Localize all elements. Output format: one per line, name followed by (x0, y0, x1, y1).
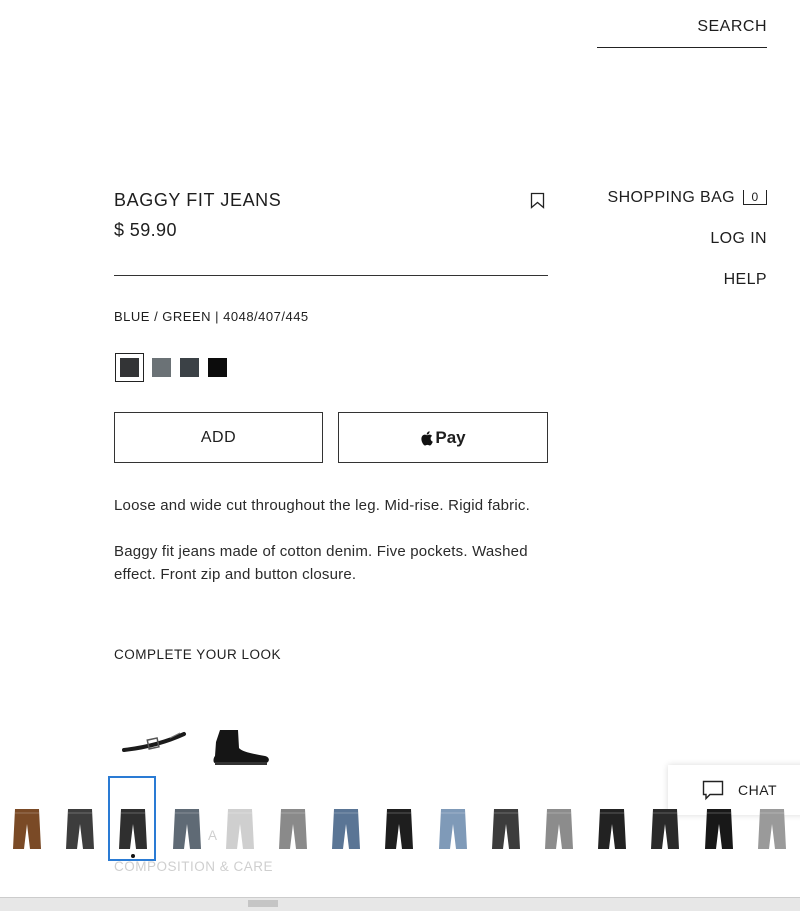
jeans-icon (385, 809, 414, 849)
jeans-icon (13, 809, 41, 849)
variant-thumbnail[interactable] (161, 800, 213, 862)
jeans-icon (491, 809, 520, 849)
add-button[interactable]: ADD (114, 412, 323, 463)
variant-thumbnail[interactable] (639, 800, 691, 862)
product-short-description: Loose and wide cut throughout the leg. M… (114, 497, 530, 514)
add-button-label: ADD (200, 428, 237, 446)
swatch-3[interactable] (208, 357, 227, 377)
boot-icon[interactable] (210, 728, 272, 768)
variant-thumbnail[interactable] (214, 800, 266, 862)
jeans-icon (704, 809, 733, 849)
swatch-0[interactable] (115, 352, 144, 382)
apple-pay-label: Pay (435, 427, 466, 447)
jeans-icon (279, 809, 307, 849)
variant-thumbnail[interactable] (107, 776, 159, 862)
product-long-description: Baggy fit jeans made of cotton denim. Fi… (114, 543, 528, 583)
shopping-bag-label: SHOPPING BAG (607, 189, 735, 206)
divider (114, 275, 548, 276)
apple-logo-icon (421, 430, 434, 445)
jeans-icon (332, 809, 361, 849)
scrollbar-thumb[interactable] (248, 900, 278, 907)
color-reference: BLUE / GREEN | 4048/407/445 (114, 309, 309, 324)
variant-thumbnail[interactable] (1, 800, 53, 862)
swatch-1[interactable] (152, 357, 171, 377)
scrollbar-track[interactable] (0, 897, 800, 911)
chat-icon (702, 780, 724, 801)
bag-count-badge: 0 (743, 190, 767, 205)
product-price: $ 59.90 (114, 220, 177, 240)
complete-look-heading: COMPLETE YOUR LOOK (114, 647, 282, 662)
bookmark-icon[interactable] (530, 192, 545, 209)
search-field[interactable]: SEARCH (597, 14, 767, 48)
product-title: BAGGY FIT JEANS (114, 190, 282, 210)
apple-pay-button[interactable]: Pay (338, 412, 548, 463)
variant-thumbnail[interactable] (746, 800, 798, 862)
jeans-icon (545, 809, 573, 849)
jeans-icon (172, 809, 201, 849)
search-label: SEARCH (697, 18, 767, 35)
variant-thumbnail[interactable] (267, 800, 319, 862)
jeans-icon (66, 809, 95, 849)
jeans-icon (651, 809, 680, 849)
selected-variant-frame (108, 776, 157, 861)
variant-thumbnail[interactable] (586, 800, 638, 862)
variant-thumbnail[interactable] (533, 800, 585, 862)
variant-thumbnail[interactable] (320, 800, 372, 862)
variant-thumbnail[interactable] (373, 800, 425, 862)
belt-icon[interactable] (122, 728, 188, 756)
jeans-icon (598, 809, 627, 849)
variant-thumbnail-strip (0, 776, 800, 862)
chat-label: CHAT (738, 782, 778, 798)
color-swatches (114, 352, 227, 382)
variant-thumbnail[interactable] (427, 800, 479, 862)
variant-thumbnail[interactable] (480, 800, 532, 862)
help-link[interactable]: HELP (724, 271, 767, 289)
jeans-icon (438, 809, 467, 849)
swatch-2[interactable] (180, 357, 199, 377)
variant-thumbnail[interactable] (693, 800, 745, 862)
login-link[interactable]: LOG IN (710, 230, 767, 248)
jeans-icon (757, 809, 786, 849)
variant-thumbnail[interactable] (54, 800, 106, 862)
jeans-icon (225, 809, 254, 849)
shopping-bag-link[interactable]: SHOPPING BAG 0 (607, 189, 767, 207)
